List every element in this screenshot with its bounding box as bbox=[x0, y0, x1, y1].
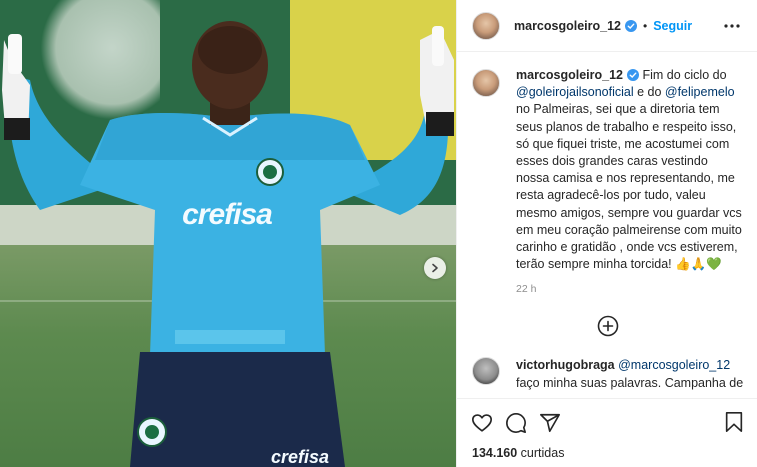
post-photo[interactable]: crefisa crefisa bbox=[0, 0, 456, 467]
plus-circle-icon bbox=[597, 316, 619, 337]
comment-item: victorhugobraga @marcosgoleiro_12 faço m… bbox=[472, 357, 744, 391]
comment-text-part: faço minha suas palavras. Campanha de bbox=[516, 375, 744, 390]
avatar[interactable] bbox=[472, 69, 500, 97]
shorts-sponsor-text: crefisa bbox=[270, 447, 330, 467]
next-image-button[interactable] bbox=[424, 257, 446, 279]
likes-count[interactable]: 134.160 curtidas bbox=[472, 446, 564, 460]
caption-username[interactable]: marcosgoleiro_12 bbox=[516, 68, 623, 82]
goalkeeper-figure bbox=[2, 21, 454, 467]
likes-label: curtidas bbox=[520, 446, 565, 460]
comment-username[interactable]: victorhugobraga bbox=[516, 358, 615, 372]
post-timestamp[interactable]: 22 h bbox=[516, 283, 744, 295]
post-details-panel: marcosgoleiro_12 • Seguir marcosgoleiro_… bbox=[456, 0, 757, 467]
share-icon bbox=[540, 413, 560, 432]
load-more-comments-button[interactable] bbox=[472, 315, 744, 337]
comment-button[interactable] bbox=[505, 412, 527, 434]
post-header: marcosgoleiro_12 • Seguir bbox=[457, 0, 757, 52]
save-button[interactable] bbox=[724, 411, 744, 438]
caption-text-part: no Palmeiras, sei que a diretoria tem se… bbox=[516, 102, 742, 272]
caption-text: marcosgoleiro_12 Fim do ciclo do @goleir… bbox=[516, 67, 744, 273]
mention-link[interactable]: @felipemelo bbox=[665, 85, 735, 99]
avatar[interactable] bbox=[472, 11, 500, 40]
bookmark-icon bbox=[725, 412, 743, 432]
caption-comment: marcosgoleiro_12 Fim do ciclo do @goleir… bbox=[472, 67, 744, 273]
avatar[interactable] bbox=[472, 357, 500, 386]
caption-text-part: Fim do ciclo do bbox=[642, 68, 727, 82]
comment-text: victorhugobraga @marcosgoleiro_12 faço m… bbox=[516, 357, 744, 391]
verified-badge-icon bbox=[627, 69, 639, 81]
post-actions-bar bbox=[457, 398, 757, 446]
header-username[interactable]: marcosgoleiro_12 bbox=[514, 19, 621, 33]
mention-link[interactable]: @marcosgoleiro_12 bbox=[618, 358, 730, 372]
comments-section[interactable]: marcosgoleiro_12 Fim do ciclo do @goleir… bbox=[457, 53, 757, 398]
separator-dot: • bbox=[643, 18, 648, 33]
shirt-sponsor-text: crefisa bbox=[182, 198, 273, 231]
share-button[interactable] bbox=[539, 412, 561, 434]
heart-icon bbox=[472, 413, 492, 432]
verified-badge-icon bbox=[625, 19, 637, 32]
mention-link[interactable]: @goleirojailsonoficial bbox=[516, 85, 634, 99]
like-button[interactable] bbox=[471, 412, 493, 434]
comment-icon bbox=[506, 412, 526, 433]
more-options-icon[interactable] bbox=[723, 17, 741, 35]
likes-number: 134.160 bbox=[472, 446, 518, 460]
caption-text-part: e do bbox=[633, 85, 665, 100]
follow-button[interactable]: Seguir bbox=[653, 19, 692, 33]
chevron-right-icon bbox=[432, 263, 438, 273]
